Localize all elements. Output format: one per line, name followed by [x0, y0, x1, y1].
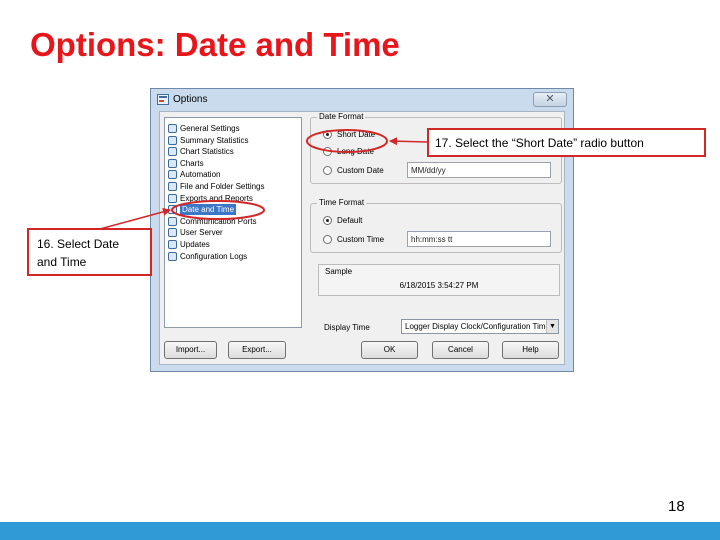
options-category-label: Date and Time: [180, 204, 237, 216]
display-time-label: Display Time: [324, 323, 370, 332]
port-icon: [168, 216, 177, 226]
calendar-icon: [168, 205, 177, 215]
export-button[interactable]: Export...: [228, 341, 286, 359]
options-category-label: Automation: [180, 170, 221, 180]
default-time-radio[interactable]: [323, 216, 332, 225]
options-category-label: Charts: [180, 158, 204, 168]
folder-icon: [168, 182, 177, 191]
footer-band: [0, 522, 720, 540]
user-server-icon: [168, 228, 177, 238]
custom-time-label: Custom Time: [337, 235, 385, 244]
options-category-label: User Server: [180, 228, 223, 238]
report-icon: [168, 193, 177, 203]
time-format-group: Time Format Default Custom Time hh:mm:ss…: [310, 198, 562, 253]
default-time-label: Default: [337, 216, 363, 225]
ok-button[interactable]: OK: [361, 341, 418, 359]
long-date-label: Long Date: [337, 147, 374, 156]
statistics-icon: [168, 135, 177, 145]
log-icon: [168, 251, 177, 261]
short-date-radio[interactable]: [323, 130, 332, 139]
sample-panel: Sample 6/18/2015 3:54:27 PM: [318, 264, 560, 296]
slide-title: Options: Date and Time: [30, 26, 400, 63]
date-format-legend: Date Format: [317, 112, 366, 121]
settings-icon: [168, 124, 177, 133]
close-icon[interactable]: ✕: [533, 92, 567, 107]
dialog-titlebar: Options ✕: [151, 89, 573, 111]
sample-label: Sample: [325, 267, 353, 276]
import-button[interactable]: Import...: [164, 341, 217, 359]
step17-callout: 17. Select the “Short Date” radio button: [427, 128, 706, 157]
options-category-label: Configuration Logs: [180, 251, 248, 261]
update-arrow-icon: [168, 240, 177, 249]
page-number: 18: [668, 498, 685, 515]
custom-date-radio[interactable]: [323, 166, 332, 175]
sample-value: 6/18/2015 3:54:27 PM: [399, 281, 479, 290]
options-category-label: Summary Statistics: [180, 135, 249, 145]
chart-statistics-icon: [168, 147, 177, 157]
step16-callout: 16. Select Date and Time: [27, 228, 152, 276]
help-button[interactable]: Help: [502, 341, 559, 359]
options-category-label: Exports and Reports: [180, 193, 253, 203]
options-category-label: Communication Ports: [180, 216, 257, 226]
custom-date-label: Custom Date: [337, 166, 384, 175]
options-category-list: General Settings Summary Statistics Chart …: [164, 117, 302, 328]
display-time-value: Logger Display Clock/Configuration Time: [405, 322, 550, 331]
custom-time-input[interactable]: hh:mm:ss tt: [407, 231, 551, 247]
options-category-label: General Settings: [180, 124, 240, 133]
long-date-radio[interactable]: [323, 147, 332, 156]
display-time-dropdown[interactable]: Logger Display Clock/Configuration Time …: [401, 319, 559, 334]
short-date-label: Short Date: [337, 130, 376, 139]
chevron-down-icon[interactable]: ▼: [546, 320, 558, 333]
dialog-title: Options: [173, 94, 208, 105]
app-icon: [157, 94, 169, 105]
automation-icon: [168, 170, 177, 180]
options-category-label: Chart Statistics: [180, 147, 234, 157]
custom-date-input[interactable]: MM/dd/yy: [407, 162, 551, 178]
cancel-button[interactable]: Cancel: [432, 341, 489, 359]
custom-time-radio[interactable]: [323, 235, 332, 244]
time-format-legend: Time Format: [317, 198, 367, 207]
options-category-label: File and Folder Settings: [180, 182, 265, 191]
chart-icon: [168, 158, 177, 168]
options-category-label: Updates: [180, 240, 210, 249]
